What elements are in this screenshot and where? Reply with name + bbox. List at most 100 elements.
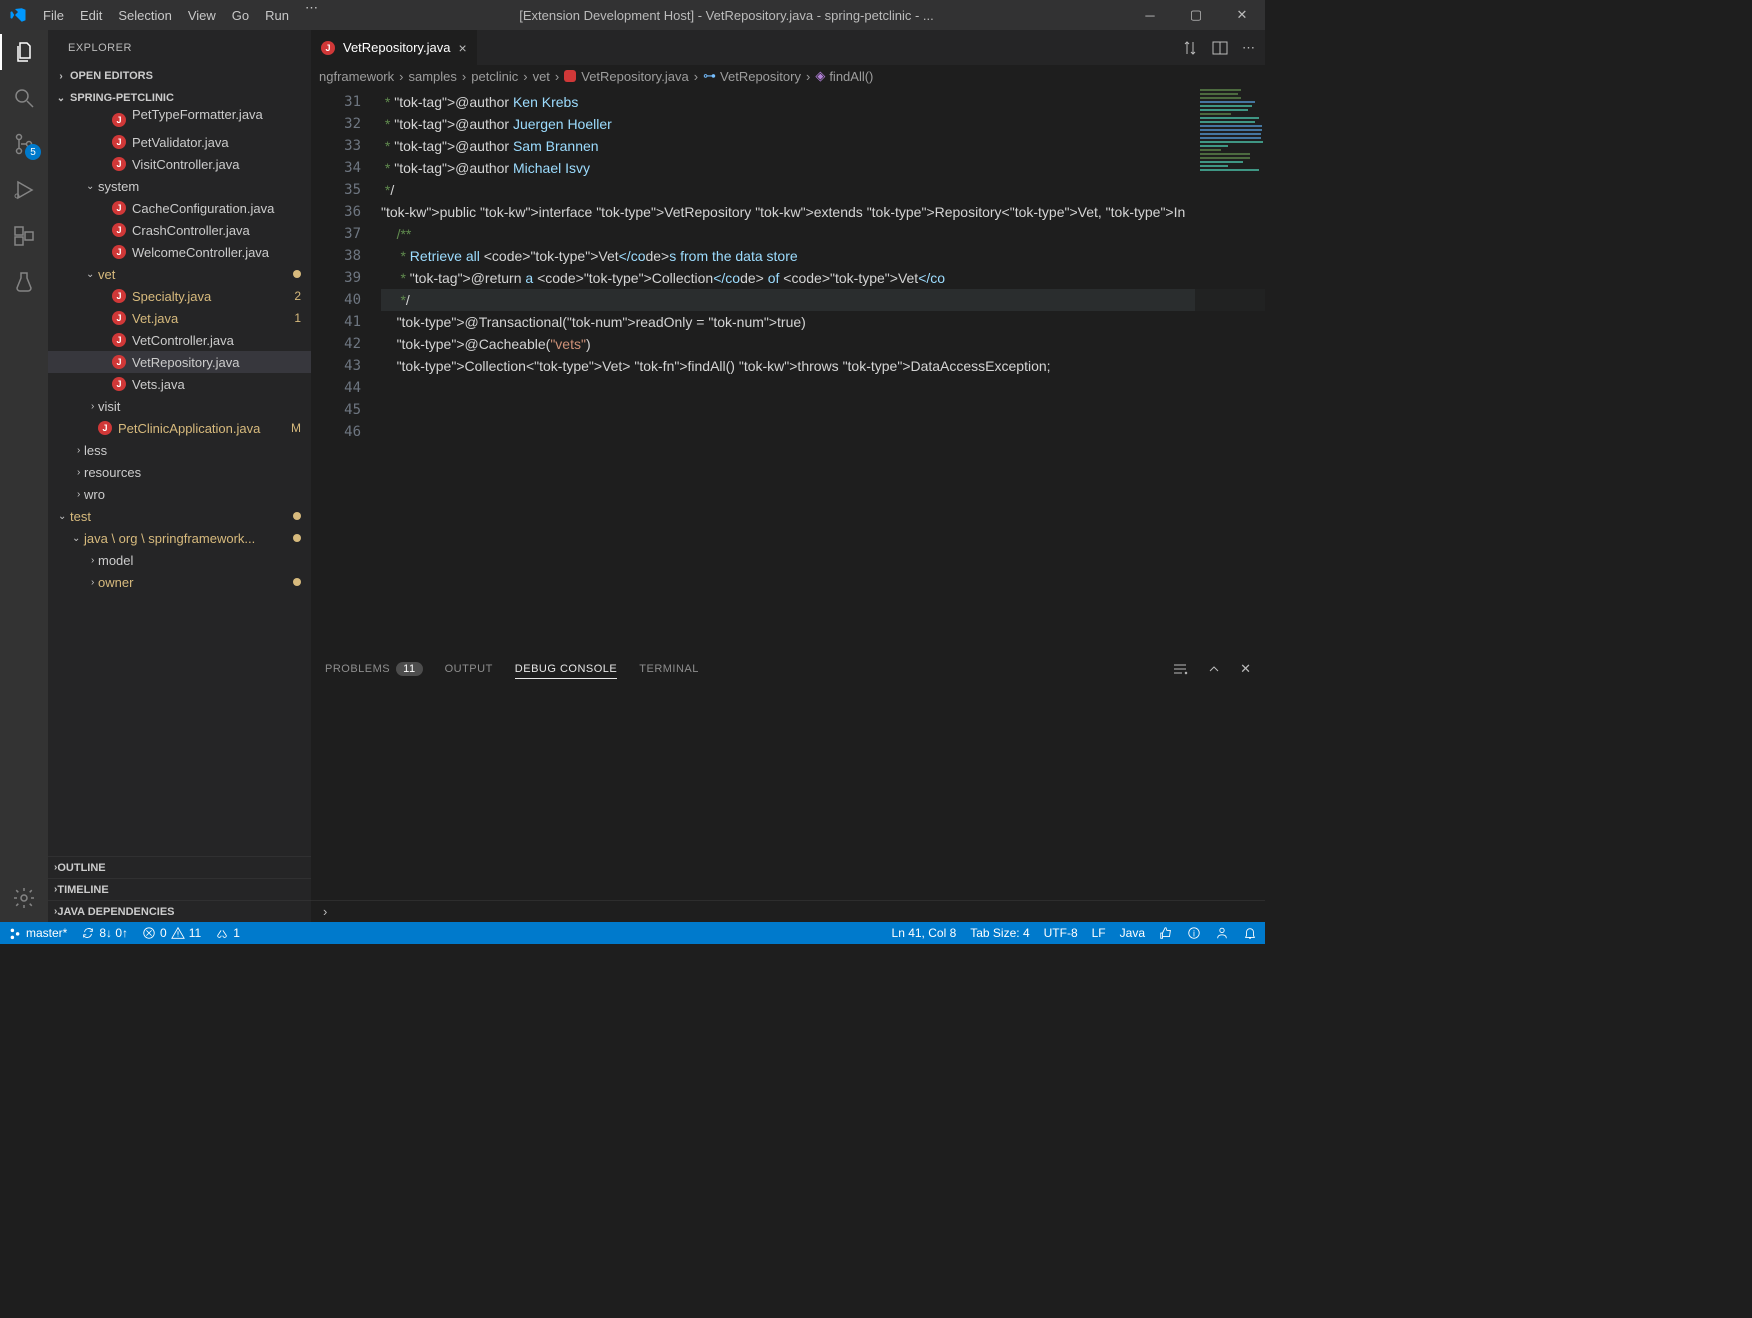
- project-label: SPRING-PETCLINIC: [70, 92, 174, 104]
- file-item[interactable]: JVetController.java: [48, 329, 311, 351]
- close-button[interactable]: ✕: [1219, 0, 1265, 30]
- file-item[interactable]: JCacheConfiguration.java: [48, 197, 311, 219]
- folder-item[interactable]: › owner: [48, 571, 311, 593]
- minimize-button[interactable]: ─: [1127, 0, 1173, 30]
- warnings-label: 11: [189, 926, 201, 940]
- menu-view[interactable]: View: [180, 0, 224, 30]
- compare-changes-icon[interactable]: [1182, 40, 1198, 56]
- folder-item[interactable]: ⌄ system: [48, 175, 311, 197]
- git-branch-item[interactable]: master*: [8, 926, 67, 940]
- menu-go[interactable]: Go: [224, 0, 257, 30]
- debug-console-input[interactable]: ›: [311, 900, 1265, 922]
- java-file-icon: J: [112, 333, 126, 347]
- folder-item[interactable]: ⌄ vet: [48, 263, 311, 285]
- file-item[interactable]: JPetTypeFormatter.java: [48, 109, 311, 131]
- debug-console-tab[interactable]: DEBUG CONSOLE: [515, 663, 617, 679]
- java-file-icon: J: [112, 135, 126, 149]
- breadcrumb-seg[interactable]: ngframework: [319, 69, 394, 84]
- explorer-icon[interactable]: [10, 38, 38, 66]
- code-editor[interactable]: 31323334353637383940414243444546 * "tok-…: [311, 87, 1265, 652]
- tree-item-label: test: [70, 509, 91, 524]
- minimap[interactable]: [1195, 87, 1265, 652]
- feedback-icon[interactable]: i: [1187, 926, 1201, 940]
- maximize-button[interactable]: ▢: [1173, 0, 1219, 30]
- live-share-icon[interactable]: [1215, 926, 1229, 940]
- folder-item[interactable]: › visit: [48, 395, 311, 417]
- outline-section[interactable]: ›OUTLINE: [48, 856, 311, 878]
- tree-item-label: CacheConfiguration.java: [132, 201, 274, 216]
- ports-item[interactable]: 1: [215, 926, 240, 940]
- java-file-icon: J: [112, 245, 126, 259]
- debug-console-body[interactable]: [311, 686, 1265, 900]
- thumbs-up-icon[interactable]: [1159, 926, 1173, 940]
- run-debug-icon[interactable]: [10, 176, 38, 204]
- chevron-down-icon: ⌄: [72, 533, 80, 544]
- chevron-right-icon: ›: [77, 489, 80, 500]
- clear-console-icon[interactable]: [1172, 661, 1188, 677]
- folder-item[interactable]: › resources: [48, 461, 311, 483]
- sidebar: EXPLORER ›OPEN EDITORS ⌄SPRING-PETCLINIC…: [48, 30, 311, 922]
- folder-item[interactable]: ⌄ test: [48, 505, 311, 527]
- breadcrumb-seg[interactable]: vet: [533, 69, 550, 84]
- menu-file[interactable]: File: [35, 0, 72, 30]
- file-item[interactable]: JVet.java1: [48, 307, 311, 329]
- chevron-down-icon: ⌄: [86, 269, 94, 280]
- open-editors-section[interactable]: ›OPEN EDITORS: [48, 65, 311, 87]
- search-icon[interactable]: [10, 84, 38, 112]
- file-item[interactable]: JWelcomeController.java: [48, 241, 311, 263]
- file-item[interactable]: JVisitController.java: [48, 153, 311, 175]
- tree-item-label: system: [98, 179, 139, 194]
- modification-badge: 2: [294, 289, 301, 303]
- tree-item-label: CrashController.java: [132, 223, 250, 238]
- folder-item[interactable]: ⌄ java \ org \ springframework...: [48, 527, 311, 549]
- folder-item[interactable]: › wro: [48, 483, 311, 505]
- collapse-panel-icon[interactable]: [1206, 661, 1222, 677]
- sync-item[interactable]: 8↓ 0↑: [81, 926, 128, 940]
- extensions-icon[interactable]: [10, 222, 38, 250]
- testing-icon[interactable]: [10, 268, 38, 296]
- code-content[interactable]: * "tok-tag">@author Ken Krebs * "tok-tag…: [381, 87, 1265, 652]
- file-item[interactable]: JCrashController.java: [48, 219, 311, 241]
- problems-tab[interactable]: PROBLEMS11: [325, 662, 423, 676]
- close-tab-icon[interactable]: ×: [458, 40, 466, 56]
- notifications-icon[interactable]: [1243, 926, 1257, 940]
- more-actions-icon[interactable]: ⋯: [1242, 40, 1255, 56]
- file-item[interactable]: JPetClinicApplication.javaM: [48, 417, 311, 439]
- eol-item[interactable]: LF: [1092, 926, 1106, 940]
- tab-vetrepository[interactable]: J VetRepository.java ×: [311, 30, 478, 65]
- language-item[interactable]: Java: [1120, 926, 1145, 940]
- file-item[interactable]: JVetRepository.java: [48, 351, 311, 373]
- file-item[interactable]: JSpecialty.java2: [48, 285, 311, 307]
- split-editor-icon[interactable]: [1212, 40, 1228, 56]
- file-item[interactable]: JPetValidator.java: [48, 131, 311, 153]
- breadcrumb-seg[interactable]: petclinic: [471, 69, 518, 84]
- breadcrumb-seg[interactable]: VetRepository: [720, 69, 801, 84]
- timeline-section[interactable]: ›TIMELINE: [48, 878, 311, 900]
- source-control-icon[interactable]: 5: [10, 130, 38, 158]
- file-item[interactable]: JVets.java: [48, 373, 311, 395]
- close-panel-icon[interactable]: ✕: [1240, 661, 1251, 677]
- tree-item-label: vet: [98, 267, 115, 282]
- output-tab[interactable]: OUTPUT: [445, 663, 493, 675]
- settings-gear-icon[interactable]: [10, 884, 38, 912]
- cursor-position-item[interactable]: Ln 41, Col 8: [892, 926, 957, 940]
- breadcrumb-seg[interactable]: findAll(): [829, 69, 873, 84]
- breadcrumb[interactable]: ngframework› samples› petclinic› vet› Ve…: [311, 65, 1265, 87]
- menu-run[interactable]: Run: [257, 0, 297, 30]
- tab-label: VetRepository.java: [343, 40, 450, 55]
- menu-overflow-icon[interactable]: ⋯: [297, 0, 326, 30]
- indentation-item[interactable]: Tab Size: 4: [970, 926, 1029, 940]
- folder-item[interactable]: › less: [48, 439, 311, 461]
- breadcrumb-seg[interactable]: VetRepository.java: [581, 69, 688, 84]
- project-section[interactable]: ⌄SPRING-PETCLINIC: [48, 87, 311, 109]
- java-dependencies-section[interactable]: ›JAVA DEPENDENCIES: [48, 900, 311, 922]
- menu-edit[interactable]: Edit: [72, 0, 110, 30]
- folder-item[interactable]: › model: [48, 549, 311, 571]
- tree-item-label: VetRepository.java: [132, 355, 239, 370]
- terminal-tab[interactable]: TERMINAL: [639, 663, 699, 675]
- breadcrumb-seg[interactable]: samples: [408, 69, 456, 84]
- problems-item[interactable]: 0 11: [142, 926, 201, 940]
- menu-selection[interactable]: Selection: [110, 0, 179, 30]
- sync-label: 8↓ 0↑: [99, 926, 128, 940]
- encoding-item[interactable]: UTF-8: [1044, 926, 1078, 940]
